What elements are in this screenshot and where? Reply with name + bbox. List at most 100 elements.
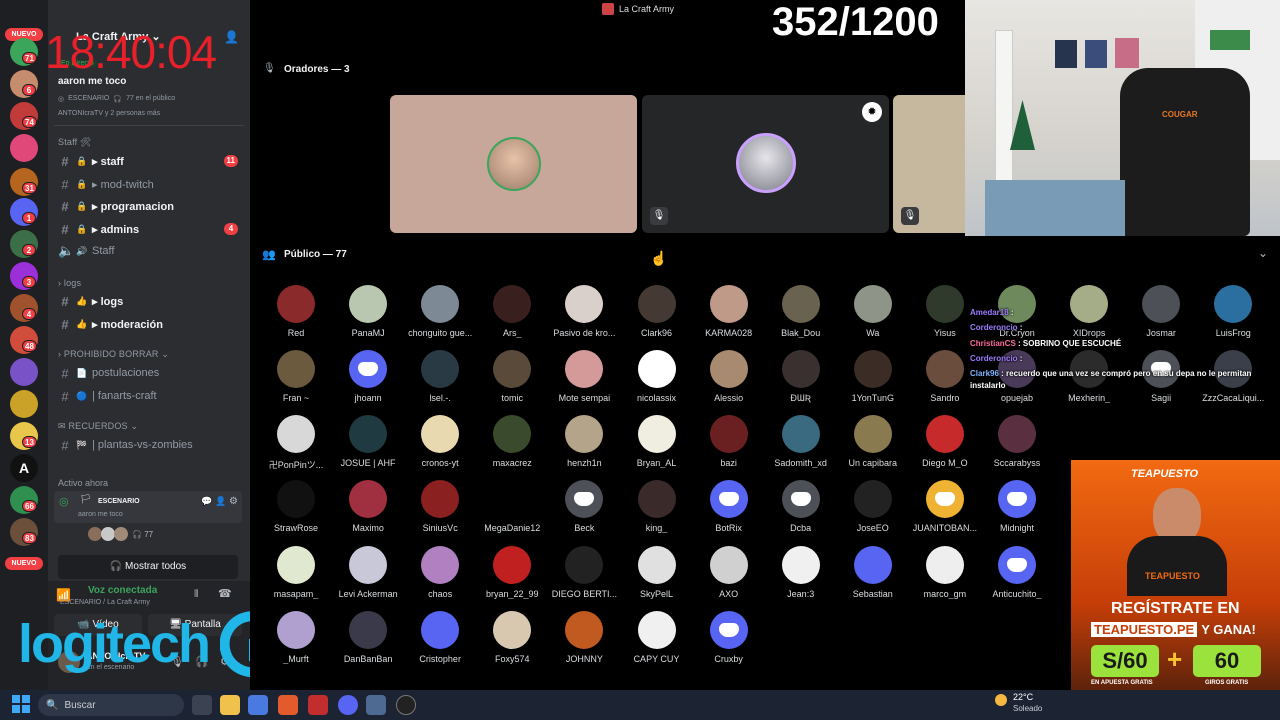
audience-member[interactable]: BotRix	[693, 480, 765, 533]
audience-member[interactable]: Josmar	[1125, 285, 1197, 338]
audience-member[interactable]: Maximo	[332, 480, 404, 533]
server-icon[interactable]	[10, 134, 38, 162]
settings-icon[interactable]	[366, 695, 386, 715]
channel-admins[interactable]: # 🔒 ▸ admins 4	[58, 219, 242, 239]
audience-member[interactable]: Foxy574	[476, 611, 548, 664]
audience-member[interactable]: JOHNNY	[548, 611, 620, 664]
audience-member[interactable]: 1YonTunG	[837, 350, 909, 403]
audience-member[interactable]: masapam_	[260, 546, 332, 599]
audience-member[interactable]: king_	[621, 480, 693, 533]
voice-channel-staff[interactable]: 🔈 🔊 Staff	[58, 241, 242, 261]
audience-member[interactable]: _Murft	[260, 611, 332, 664]
app-icon[interactable]	[308, 695, 328, 715]
user-icon[interactable]: 👤	[215, 496, 226, 507]
audience-member[interactable]: henzh1n	[548, 415, 620, 468]
audience-member[interactable]: Alessio	[693, 350, 765, 403]
audience-member[interactable]: chonguito gue...	[404, 285, 476, 338]
audience-member[interactable]: Dcba	[765, 480, 837, 533]
show-all-button[interactable]: 🎧 Mostrar todos	[58, 555, 238, 579]
audience-member[interactable]: Ars_	[476, 285, 548, 338]
audience-member[interactable]: Beck	[548, 480, 620, 533]
audience-member[interactable]: lsel.-.	[404, 350, 476, 403]
channel-staff[interactable]: # 🔒 ▸ staff 11	[58, 151, 242, 171]
chevron-down-icon[interactable]: ⌄	[1258, 246, 1268, 260]
audience-member[interactable]: Un capibara	[837, 415, 909, 468]
audience-member[interactable]: LuisFrog	[1197, 285, 1269, 338]
channel-programacion[interactable]: # 🔒 ▸ programacion	[58, 196, 242, 216]
windows-start-icon[interactable]	[12, 695, 30, 713]
channel-fanarts-craft[interactable]: # 🔵 | fanarts-craft	[58, 386, 242, 406]
channel-mod-twitch[interactable]: # 🔒 ▸ mod-twitch	[58, 174, 242, 194]
channel-postulaciones[interactable]: # 📄 postulaciones	[58, 363, 242, 383]
weather-desc[interactable]: Soleado	[1013, 704, 1042, 713]
channel-logs[interactable]: # 👍 ▸ logs	[58, 291, 242, 311]
audience-member[interactable]: jhoann	[332, 350, 404, 403]
audience-member[interactable]: KARMA028	[693, 285, 765, 338]
audience-member[interactable]: SiniusVc	[404, 480, 476, 533]
category-logs[interactable]: › logs	[58, 278, 81, 288]
audience-member[interactable]: chaos	[404, 546, 476, 599]
speaker-tile[interactable]: 🎙	[893, 95, 973, 233]
audience-member[interactable]: Blak_Dou	[765, 285, 837, 338]
audience-member[interactable]: Sebastian	[837, 546, 909, 599]
discord-icon[interactable]	[338, 695, 358, 715]
channel-plantas-vs-zombies[interactable]: # 🏁 | plantas-vs-zombies	[58, 435, 242, 455]
audience-member[interactable]: bazi	[693, 415, 765, 468]
audience-member[interactable]: PanaMJ	[332, 285, 404, 338]
active-stage-card[interactable]: ◎ 🏳 ESCENARIO aaron me toco 💬 👤 ⚙	[54, 491, 242, 523]
noise-suppression-icon[interactable]: ⦀	[194, 589, 198, 600]
gear-icon[interactable]: ⚙	[229, 496, 238, 507]
audience-member[interactable]: Diego M_O	[909, 415, 981, 468]
category-staff[interactable]: Staff 🛠	[58, 137, 92, 148]
audience-member[interactable]: tomic	[476, 350, 548, 403]
task-view-icon[interactable]	[192, 695, 212, 715]
audience-member[interactable]: Mote sempai	[548, 350, 620, 403]
audience-member[interactable]: Bryan_AL	[621, 415, 693, 468]
brave-browser-icon[interactable]	[278, 695, 298, 715]
audience-member[interactable]: nicolassix	[621, 350, 693, 403]
audience-member[interactable]: Sadomith_xd	[765, 415, 837, 468]
voice-location[interactable]: ESCENARIO / La Craft Army	[60, 599, 150, 606]
audience-member[interactable]: Clark96	[621, 285, 693, 338]
audience-member[interactable]: Jean:3	[765, 546, 837, 599]
channel-moderacion[interactable]: # 👍 ▸ moderación	[58, 314, 242, 334]
file-explorer-icon[interactable]	[220, 695, 240, 715]
audience-member[interactable]: SkyPelL	[621, 546, 693, 599]
audience-member[interactable]: cronos-yt	[404, 415, 476, 468]
obs-icon[interactable]	[396, 695, 416, 715]
speaker-tile[interactable]: ✹ 🎙	[642, 95, 889, 233]
audience-member[interactable]: Red	[260, 285, 332, 338]
audience-member[interactable]: StrawRose	[260, 480, 332, 533]
weather-temp[interactable]: 22°C	[1013, 692, 1033, 702]
audience-member[interactable]: DanBanBan	[332, 611, 404, 664]
server-icon[interactable]	[10, 390, 38, 418]
category-recuerdos[interactable]: ✉ RECUERDOS ⌄	[58, 421, 138, 432]
chat-icon[interactable]: 💬	[201, 496, 212, 507]
audience-member[interactable]: bryan_22_99	[476, 546, 548, 599]
server-icon[interactable]: A	[10, 454, 38, 482]
disconnect-icon[interactable]: ☎	[218, 587, 232, 600]
audience-member[interactable]: JOSUE | AHF	[332, 415, 404, 468]
audience-member[interactable]: Wa	[837, 285, 909, 338]
audience-member[interactable]: Levi Ackerman	[332, 546, 404, 599]
audience-member[interactable]: AXO	[693, 546, 765, 599]
audience-member[interactable]: CAPY CUY	[621, 611, 693, 664]
audience-member[interactable]: Pasivo de kro...	[548, 285, 620, 338]
speaker-tile[interactable]	[390, 95, 637, 233]
store-icon[interactable]	[248, 695, 268, 715]
server-icon[interactable]	[10, 358, 38, 386]
audience-member[interactable]: Fran ~	[260, 350, 332, 403]
audience-member[interactable]: MegaDanie12	[476, 480, 548, 533]
audience-member[interactable]: marco_gm	[909, 546, 981, 599]
audience-member[interactable]: ƉƜƦ	[765, 350, 837, 403]
audience-member[interactable]: Anticuchito_	[981, 546, 1053, 599]
audience-member[interactable]: Midnight	[981, 480, 1053, 533]
category-prohibido-borrar[interactable]: › PROHIBIDO BORRAR ⌄	[58, 349, 169, 360]
audience-member[interactable]: Cruxby	[693, 611, 765, 664]
taskbar-search-box[interactable]: 🔍 Buscar	[38, 694, 184, 716]
audience-member[interactable]: JoseEO	[837, 480, 909, 533]
audience-member[interactable]: maxacrez	[476, 415, 548, 468]
audience-member[interactable]: JUANITOBAN...	[909, 480, 981, 533]
add-member-icon[interactable]: 👤	[224, 30, 239, 44]
audience-member[interactable]: XIDrops	[1053, 285, 1125, 338]
